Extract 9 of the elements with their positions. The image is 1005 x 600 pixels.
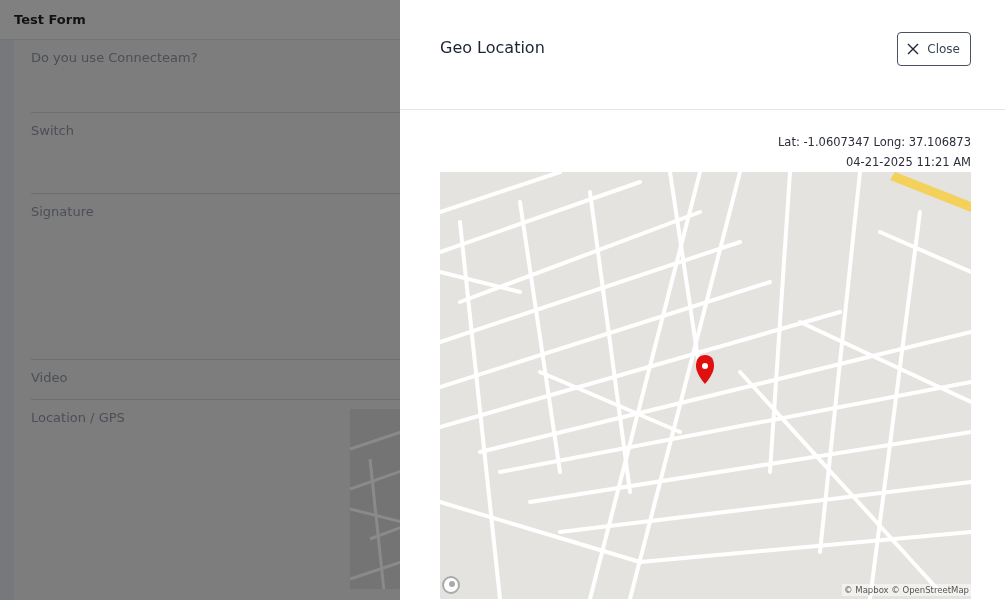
form-title: Test Form	[14, 12, 86, 27]
drawer-title: Geo Location	[440, 38, 545, 57]
attribution-text: © Mapbox © OpenStreetMap	[842, 584, 971, 596]
coordinates-text: Lat: -1.0607347 Long: 37.106873	[777, 134, 971, 151]
timestamp-text: 04-21-2025 11:21 AM	[845, 154, 971, 171]
close-button[interactable]: Close	[897, 32, 971, 66]
close-icon	[907, 43, 920, 55]
logo-icon	[442, 576, 460, 594]
map-pin-icon	[696, 355, 714, 384]
